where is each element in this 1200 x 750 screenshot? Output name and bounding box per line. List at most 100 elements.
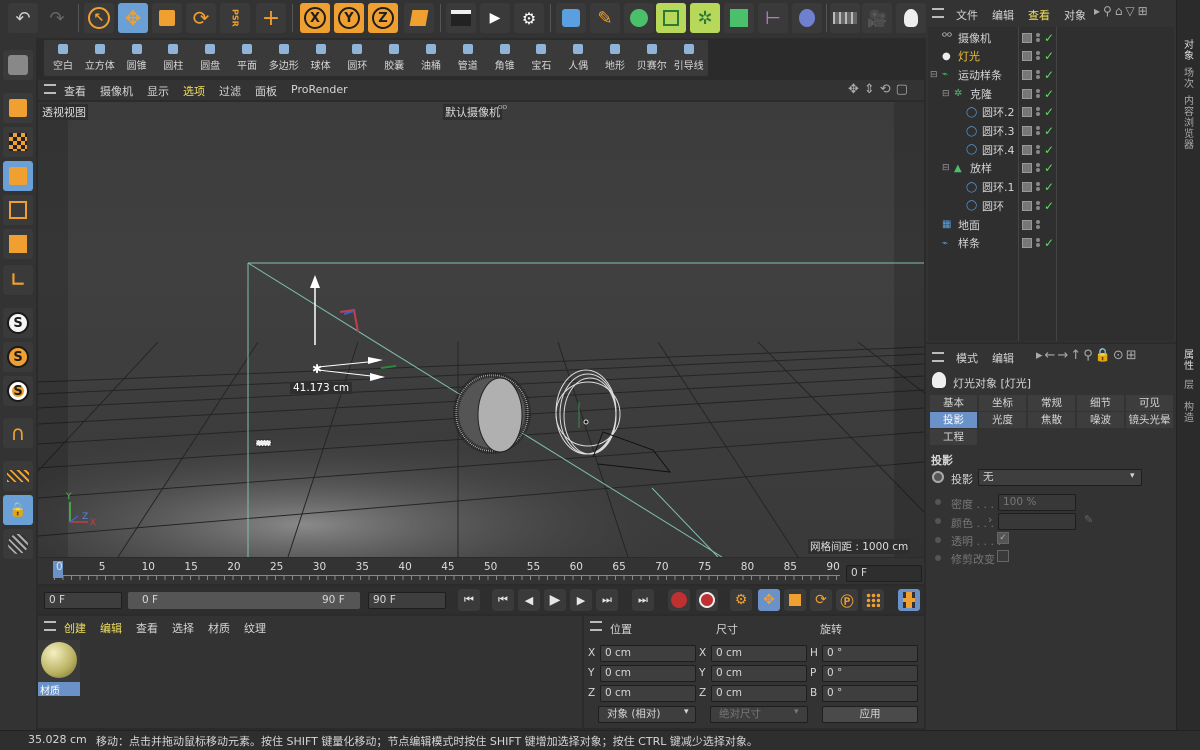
pen-tool-button[interactable]: ✎ [590, 3, 620, 33]
select-tool-button[interactable]: ↖ [84, 3, 114, 33]
layer-swatch[interactable] [1022, 144, 1032, 155]
attr-tab[interactable]: 焦散 [1028, 412, 1075, 428]
color-swatch[interactable] [998, 513, 1076, 530]
mograph-button[interactable] [724, 3, 754, 33]
transparency-checkbox[interactable]: ✓ [997, 532, 1009, 544]
attr-tab[interactable]: 工程 [930, 429, 977, 445]
object-row[interactable]: ● 灯光 ✓ [930, 47, 1174, 66]
tree-expand-icon[interactable]: ⊟ [942, 163, 950, 173]
size-field[interactable]: 0 cm [711, 645, 807, 662]
primitive-7-button[interactable]: 球体 [302, 42, 340, 76]
object-row[interactable]: ▦ 地面 [930, 215, 1174, 234]
key-move-button[interactable]: ✥ [758, 589, 780, 611]
point-mode-button[interactable] [3, 161, 33, 191]
viewport-menu-4[interactable]: 过滤 [219, 83, 241, 99]
visibility-toggle[interactable] [1036, 200, 1042, 212]
coordinate-system-button[interactable] [404, 3, 434, 33]
shadow-type-select[interactable]: 无 [978, 469, 1142, 486]
next-key-button[interactable]: ⏭ [596, 589, 618, 611]
key-position-button[interactable]: ⚙ [730, 589, 752, 611]
attr-tab[interactable]: 常规 [1028, 395, 1075, 411]
object-row[interactable]: ◯ 圆环.3 ✓ [930, 122, 1174, 141]
position-field[interactable]: 0 cm [600, 685, 696, 702]
material-menu-2[interactable]: 查看 [136, 620, 158, 636]
layer-swatch[interactable] [1022, 163, 1032, 174]
primitive-14-button[interactable]: 人偶 [559, 42, 597, 76]
texture-mode-button[interactable] [3, 127, 33, 157]
deformer-button[interactable]: ⊢ [758, 3, 788, 33]
layer-swatch[interactable] [1022, 238, 1032, 249]
object-row[interactable]: ⊟ ✲ 克隆 ✓ [930, 84, 1174, 103]
primitive-13-button[interactable]: 宝石 [522, 42, 560, 76]
primitive-4-button[interactable]: 圆盘 [191, 42, 229, 76]
start-frame-field[interactable]: 0 F [44, 592, 122, 609]
object-row[interactable]: ◯ 圆环.2 ✓ [930, 103, 1174, 122]
primitive-5-button[interactable]: 平面 [228, 42, 266, 76]
viewport-menu-3[interactable]: 选项 [183, 83, 205, 99]
goto-end-button[interactable]: ⏭ [632, 589, 654, 611]
prev-frame-button[interactable]: ◀ [518, 589, 540, 611]
primitive-1-button[interactable]: 立方体 [81, 42, 119, 76]
edge-mode-button[interactable] [3, 195, 33, 225]
attr-tab[interactable]: 细节 [1077, 395, 1124, 411]
attr-tab[interactable]: 可见 [1126, 395, 1173, 411]
key-param-button[interactable]: Ⓟ [836, 589, 858, 611]
material-menu-3[interactable]: 选择 [172, 620, 194, 636]
layer-swatch[interactable] [1022, 126, 1032, 136]
position-field[interactable]: 0 cm [600, 665, 696, 682]
shadow-radio[interactable] [932, 471, 944, 483]
enabled-check-icon[interactable]: ✓ [1044, 199, 1054, 213]
layer-swatch[interactable] [1022, 107, 1032, 118]
layer-swatch[interactable] [1022, 69, 1032, 80]
goto-start-button[interactable]: ⏮ [458, 589, 480, 611]
right-tab-top[interactable]: 场次 [1182, 68, 1196, 90]
rotation-field[interactable]: 0 ° [822, 665, 918, 682]
workplane-button[interactable] [3, 461, 33, 491]
camera-button[interactable]: 🎥 [862, 3, 892, 33]
cube-object-button[interactable] [556, 3, 586, 33]
viewport-menu-2[interactable]: 显示 [147, 83, 169, 99]
enabled-check-icon[interactable]: ✓ [1044, 105, 1054, 119]
subdivision-button[interactable] [624, 3, 654, 33]
x-axis-lock-button[interactable]: X [300, 3, 330, 33]
right-tab-bottom[interactable]: 构造 [1182, 402, 1196, 424]
object-manager-menu-2[interactable]: 查看 [1028, 7, 1050, 23]
enabled-check-icon[interactable]: ✓ [1044, 124, 1054, 138]
object-row[interactable]: ◯ 圆环 ✓ [930, 196, 1174, 215]
visibility-toggle[interactable] [1036, 32, 1042, 44]
visibility-toggle[interactable] [1036, 162, 1042, 174]
size-field[interactable]: 0 cm [711, 665, 807, 682]
material-menu-0[interactable]: 创建 [64, 620, 86, 636]
attribute-menu-1[interactable]: 编辑 [992, 350, 1014, 366]
play-button[interactable]: ▶ [544, 589, 566, 611]
primitive-11-button[interactable]: 管道 [449, 42, 487, 76]
tree-expand-icon[interactable]: ⊟ [942, 89, 950, 99]
psr-tool-button[interactable]: PSR [220, 3, 250, 33]
visibility-toggle[interactable] [1036, 50, 1042, 62]
render-view-button[interactable] [446, 3, 476, 33]
coord-mode-select[interactable]: 对象 (相对) [598, 706, 696, 723]
visibility-toggle[interactable] [1036, 106, 1042, 118]
render-picture-viewer-button[interactable]: ▶ [480, 3, 510, 33]
position-field[interactable]: 0 cm [600, 645, 696, 662]
rotate-tool-button[interactable]: ⟳ [186, 3, 216, 33]
layer-swatch[interactable] [1022, 200, 1032, 211]
viewport-nav-icons[interactable]: ✥⇕⟲▢ [848, 82, 913, 97]
object-manager-menu-3[interactable]: 对象 [1064, 7, 1086, 23]
enabled-check-icon[interactable]: ✓ [1044, 68, 1054, 82]
transform-tool-button[interactable]: + [256, 3, 286, 33]
color-expand-icon[interactable]: › [988, 513, 992, 526]
planar-workplane-button[interactable] [3, 529, 33, 559]
primitive-6-button[interactable]: 多边形 [265, 42, 303, 76]
prev-key-button[interactable]: ⏮ [492, 589, 514, 611]
snap-mode-button[interactable]: S [3, 376, 33, 406]
layer-swatch[interactable] [1022, 219, 1032, 230]
model-mode-button[interactable] [3, 93, 33, 123]
primitive-8-button[interactable]: 圆环 [338, 42, 376, 76]
primitive-2-button[interactable]: 圆锥 [118, 42, 156, 76]
viewport-menu-6[interactable]: ProRender [291, 83, 348, 99]
viewport-canvas[interactable]: ✱ 透视视图 默认摄像机 ᴼᴼ 41.173 cm 网格间距 : 1000 cm… [38, 102, 924, 557]
z-axis-lock-button[interactable]: Z [368, 3, 398, 33]
viewport-menu-5[interactable]: 面板 [255, 83, 277, 99]
object-row[interactable]: ⊟ ⌁ 运动样条 ✓ [930, 65, 1174, 84]
